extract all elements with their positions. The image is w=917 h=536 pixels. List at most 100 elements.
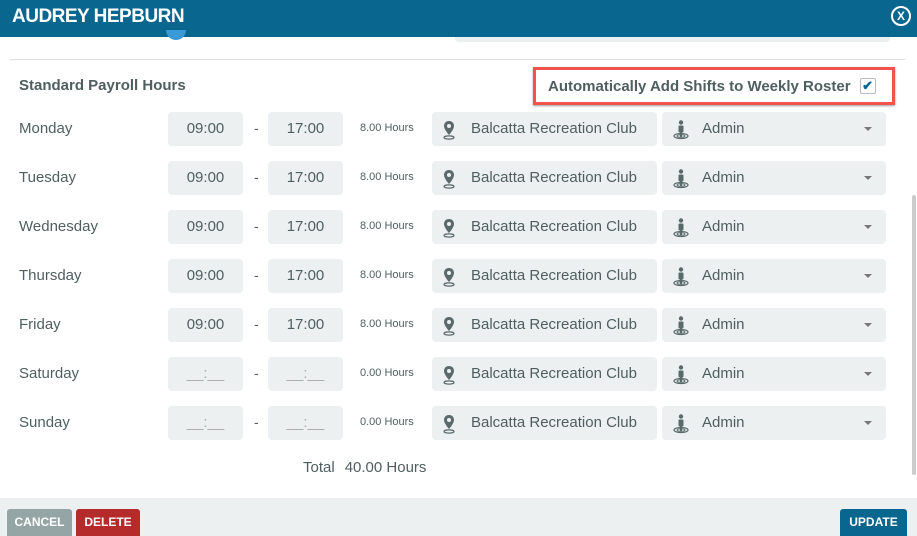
start-time-input[interactable]: __:__ <box>168 357 243 391</box>
person-pin-icon <box>672 217 690 238</box>
location-value: Balcatta Recreation Club <box>471 316 637 333</box>
person-pin-icon <box>672 266 690 287</box>
delete-button[interactable]: DELETE <box>76 509 140 536</box>
time-separator: - <box>254 120 259 136</box>
end-time-input[interactable]: __:__ <box>268 357 343 391</box>
role-value: Admin <box>702 267 745 284</box>
day-row: Friday 09:00 - 17:00 8.00 Hours Balcatta… <box>0 308 917 342</box>
day-hours: 8.00 Hours <box>360 122 414 134</box>
start-time-input[interactable]: __:__ <box>168 406 243 440</box>
end-time-input[interactable]: 17:00 <box>268 161 343 195</box>
person-pin-icon <box>672 315 690 336</box>
day-label: Sunday <box>19 414 70 431</box>
map-pin-icon <box>442 217 456 238</box>
start-time-input[interactable]: 09:00 <box>168 161 243 195</box>
day-label: Saturday <box>19 365 80 382</box>
day-row: Tuesday 09:00 - 17:00 8.00 Hours Balcatt… <box>0 161 917 195</box>
location-value: Balcatta Recreation Club <box>471 365 637 382</box>
start-time-input[interactable]: 09:00 <box>168 308 243 342</box>
time-separator: - <box>254 365 259 381</box>
auto-add-shifts-checkbox[interactable]: ✔ <box>859 78 876 94</box>
role-select[interactable]: Admin <box>662 161 886 195</box>
time-separator: - <box>254 316 259 332</box>
caret-down-icon <box>864 127 872 131</box>
map-pin-icon <box>442 266 456 287</box>
location-select[interactable]: Balcatta Recreation Club <box>432 112 657 146</box>
person-pin-icon <box>672 413 690 434</box>
start-time-input[interactable]: 09:00 <box>168 112 243 146</box>
day-hours: 8.00 Hours <box>360 220 414 232</box>
end-time-input[interactable]: 17:00 <box>268 259 343 293</box>
day-hours: 8.00 Hours <box>360 318 414 330</box>
role-select[interactable]: Admin <box>662 406 886 440</box>
role-value: Admin <box>702 218 745 235</box>
day-row: Wednesday 09:00 - 17:00 8.00 Hours Balca… <box>0 210 917 244</box>
end-time-input[interactable]: 17:00 <box>268 112 343 146</box>
location-select[interactable]: Balcatta Recreation Club <box>432 406 657 440</box>
section-title: Standard Payroll Hours <box>19 77 186 94</box>
person-pin-icon <box>672 364 690 385</box>
cancel-button[interactable]: CANCEL <box>7 509 72 536</box>
end-time-input[interactable]: 17:00 <box>268 308 343 342</box>
map-pin-icon <box>442 119 456 140</box>
role-value: Admin <box>702 316 745 333</box>
role-value: Admin <box>702 414 745 431</box>
caret-down-icon <box>864 176 872 180</box>
location-value: Balcatta Recreation Club <box>471 267 637 284</box>
day-label: Thursday <box>19 267 82 284</box>
day-label: Tuesday <box>19 169 76 186</box>
caret-down-icon <box>864 274 872 278</box>
location-value: Balcatta Recreation Club <box>471 218 637 235</box>
time-separator: - <box>254 414 259 430</box>
caret-down-icon <box>864 225 872 229</box>
map-pin-icon <box>442 364 456 385</box>
day-hours: 8.00 Hours <box>360 171 414 183</box>
modal-header: AUDREY HEPBURN X <box>0 0 917 37</box>
end-time-input[interactable]: __:__ <box>268 406 343 440</box>
day-hours: 0.00 Hours <box>360 367 414 379</box>
location-value: Balcatta Recreation Club <box>471 414 637 431</box>
close-icon[interactable]: X <box>891 6 911 26</box>
day-hours: 8.00 Hours <box>360 269 414 281</box>
location-select[interactable]: Balcatta Recreation Club <box>432 161 657 195</box>
time-separator: - <box>254 218 259 234</box>
day-row: Thursday 09:00 - 17:00 8.00 Hours Balcat… <box>0 259 917 293</box>
caret-down-icon <box>864 421 872 425</box>
start-time-input[interactable]: 09:00 <box>168 259 243 293</box>
time-separator: - <box>254 267 259 283</box>
start-time-input[interactable]: 09:00 <box>168 210 243 244</box>
partial-avatar <box>166 30 186 40</box>
role-value: Admin <box>702 365 745 382</box>
location-select[interactable]: Balcatta Recreation Club <box>432 357 657 391</box>
scrollbar[interactable] <box>912 195 916 475</box>
divider <box>10 59 905 60</box>
location-value: Balcatta Recreation Club <box>471 169 637 186</box>
day-label: Wednesday <box>19 218 98 235</box>
time-separator: - <box>254 169 259 185</box>
total-hours: Total 40.00 Hours <box>303 459 426 476</box>
total-label: Total <box>303 459 335 476</box>
person-pin-icon <box>672 168 690 189</box>
role-value: Admin <box>702 169 745 186</box>
update-button[interactable]: UPDATE <box>840 509 907 536</box>
location-select[interactable]: Balcatta Recreation Club <box>432 259 657 293</box>
day-row: Saturday __:__ - __:__ 0.00 Hours Balcat… <box>0 357 917 391</box>
map-pin-icon <box>442 413 456 434</box>
person-pin-icon <box>672 119 690 140</box>
auto-add-shifts-label: Automatically Add Shifts to Weekly Roste… <box>548 77 851 95</box>
modal-footer: CANCEL DELETE UPDATE <box>0 498 917 536</box>
location-value: Balcatta Recreation Club <box>471 120 637 137</box>
role-select[interactable]: Admin <box>662 259 886 293</box>
auto-add-shifts-option[interactable]: Automatically Add Shifts to Weekly Roste… <box>533 67 895 105</box>
role-select[interactable]: Admin <box>662 112 886 146</box>
day-label: Monday <box>19 120 73 137</box>
caret-down-icon <box>864 323 872 327</box>
location-select[interactable]: Balcatta Recreation Club <box>432 308 657 342</box>
location-select[interactable]: Balcatta Recreation Club <box>432 210 657 244</box>
end-time-input[interactable]: 17:00 <box>268 210 343 244</box>
day-row: Sunday __:__ - __:__ 0.00 Hours Balcatta… <box>0 406 917 440</box>
map-pin-icon <box>442 168 456 189</box>
role-select[interactable]: Admin <box>662 210 886 244</box>
role-select[interactable]: Admin <box>662 308 886 342</box>
role-select[interactable]: Admin <box>662 357 886 391</box>
